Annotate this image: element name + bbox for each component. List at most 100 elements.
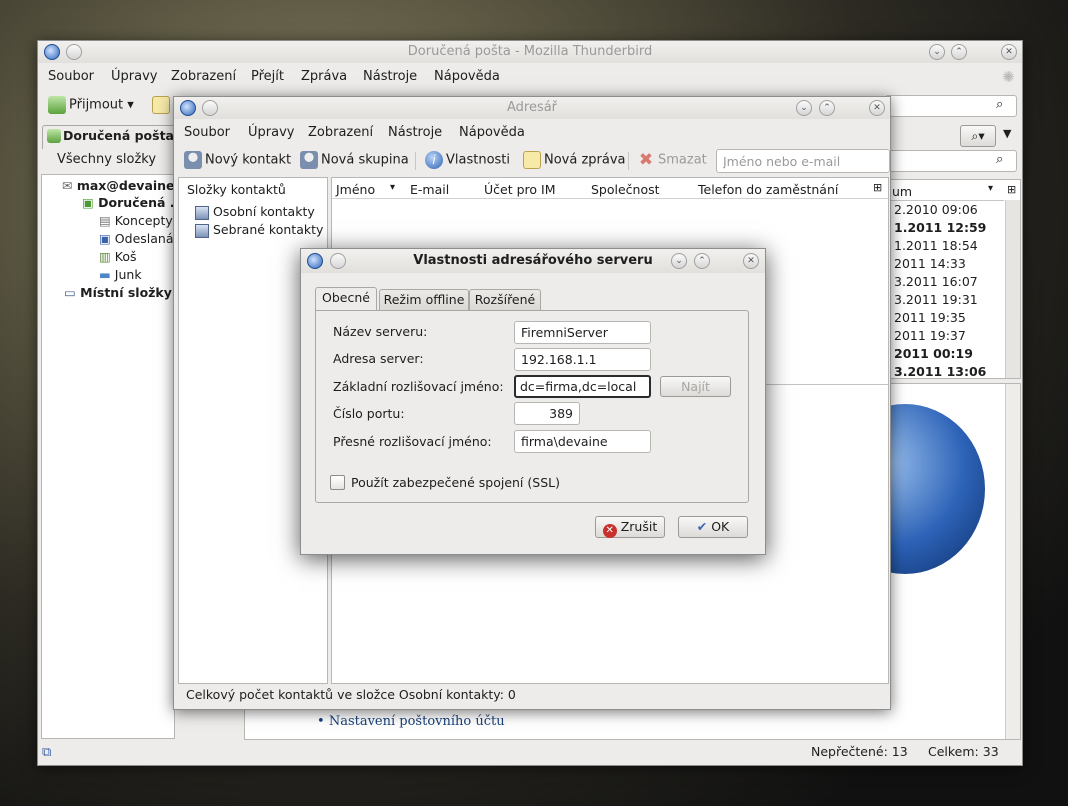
message-date[interactable]: 2011 14:33 xyxy=(894,256,966,271)
close-icon[interactable]: ✕ xyxy=(1001,44,1017,60)
maximize-icon[interactable]: ⌃ xyxy=(951,44,967,60)
sort-chevron-icon[interactable]: ▾ xyxy=(390,182,395,193)
info-icon: i xyxy=(425,151,443,169)
get-mail-button[interactable]: Přijmout ▾ xyxy=(48,96,134,114)
minimize-icon[interactable]: ⌄ xyxy=(929,44,945,60)
close-icon[interactable]: ✕ xyxy=(743,253,759,269)
maximize-icon[interactable]: ⌃ xyxy=(694,253,710,269)
local-folders-item[interactable]: ▭ Místní složky xyxy=(64,285,172,300)
message-date[interactable]: 2.2010 09:06 xyxy=(894,202,978,217)
menu-upravy[interactable]: Úpravy xyxy=(111,69,157,84)
column-email[interactable]: E-mail xyxy=(410,182,449,197)
port-input[interactable] xyxy=(515,403,579,424)
server-name-label: Název serveru: xyxy=(333,324,428,339)
new-contact-button[interactable]: Nový kontakt xyxy=(184,151,291,169)
menu-soubor[interactable]: Soubor xyxy=(184,125,230,140)
filter-binoculars-icon: ⌕ xyxy=(996,152,1004,167)
book-personal[interactable]: Osobní kontakty xyxy=(195,204,315,220)
search-options-button[interactable]: ⌕▾ xyxy=(960,125,996,147)
mail-account-icon: ✉ xyxy=(62,178,73,193)
server-name-field[interactable] xyxy=(514,321,651,344)
minimize-icon[interactable]: ⌄ xyxy=(671,253,687,269)
dialog-titlebar[interactable]: Vlastnosti adresářového serveru ⌄ ⌃ ✕ xyxy=(301,249,765,273)
server-name-input[interactable] xyxy=(515,322,650,343)
ok-button[interactable]: ✔ OK xyxy=(678,516,748,538)
folder-drafts[interactable]: ▤ Koncepty xyxy=(99,213,173,228)
addressbook-icon xyxy=(195,205,209,220)
delete-button[interactable]: ✖ Smazat xyxy=(637,151,707,169)
drafts-icon: ▤ xyxy=(99,213,111,228)
account-item[interactable]: ✉ max@devaine xyxy=(62,178,175,193)
chevron-down-icon[interactable]: ▼ xyxy=(1003,127,1011,140)
menu-zobrazeni[interactable]: Zobrazení xyxy=(308,125,373,140)
menu-nastroje[interactable]: Nástroje xyxy=(363,69,417,84)
find-button[interactable]: Najít xyxy=(660,376,731,397)
ssl-label[interactable]: Použít zabezpečené spojení (SSL) xyxy=(351,475,560,490)
online-status-icon[interactable]: ⧉ xyxy=(42,745,51,760)
menu-nastroje[interactable]: Nástroje xyxy=(388,125,442,140)
message-date[interactable]: 3.2011 13:06 xyxy=(894,364,986,379)
base-dn-input[interactable] xyxy=(516,377,649,396)
server-properties-dialog: Vlastnosti adresářového serveru ⌄ ⌃ ✕ Ob… xyxy=(300,248,766,555)
tab-advanced[interactable]: Rozšířené xyxy=(469,289,541,311)
address-input[interactable] xyxy=(515,349,650,370)
properties-button[interactable]: i Vlastnosti xyxy=(425,151,510,169)
close-icon[interactable]: ✕ xyxy=(869,100,885,116)
minimize-icon[interactable]: ⌄ xyxy=(796,100,812,116)
message-date[interactable]: 2011 19:35 xyxy=(894,310,966,325)
sort-chevron-icon[interactable]: ▾ xyxy=(988,183,993,194)
menu-upravy[interactable]: Úpravy xyxy=(248,125,294,140)
trash-icon: ▥ xyxy=(99,249,111,264)
contact-search-input[interactable] xyxy=(716,149,890,173)
addressbook-titlebar[interactable]: Adresář ⌄ ⌃ ✕ xyxy=(174,97,890,119)
column-picker-icon[interactable]: ⊞ xyxy=(873,181,882,194)
new-message-button[interactable]: Nová zpráva xyxy=(523,151,626,169)
column-picker-icon[interactable]: ⊞ xyxy=(1007,183,1016,196)
setup-link[interactable]: • Nastavení poštovního účtu xyxy=(317,714,505,729)
menu-napoveda[interactable]: Nápověda xyxy=(459,125,525,140)
message-date[interactable]: 3.2011 16:07 xyxy=(894,274,978,289)
menu-prejit[interactable]: Přejít xyxy=(251,69,284,84)
cancel-button[interactable]: ✕ Zrušit xyxy=(595,516,665,538)
get-mail-icon xyxy=(48,96,66,114)
column-work-phone[interactable]: Telefon do zaměstnání xyxy=(698,182,838,197)
bind-dn-field[interactable] xyxy=(514,430,651,453)
folder-view-selector[interactable]: Všechny složky xyxy=(57,152,156,167)
message-date[interactable]: 2011 00:19 xyxy=(894,346,973,361)
start-page-scrollbar[interactable] xyxy=(1005,384,1020,739)
tab-offline[interactable]: Režim offline xyxy=(379,289,469,311)
message-date[interactable]: 2011 19:37 xyxy=(894,328,966,343)
menu-zprava[interactable]: Zpráva xyxy=(301,69,347,84)
new-group-button[interactable]: Nová skupina xyxy=(300,151,409,169)
menu-zobrazeni[interactable]: Zobrazení xyxy=(171,69,236,84)
message-date[interactable]: 1.2011 18:54 xyxy=(894,238,978,253)
message-list: um ▾ ⊞ 2.2010 09:06 1.2011 12:59 1.2011 … xyxy=(889,179,1021,379)
activity-spinner-icon: ✺ xyxy=(1002,68,1015,86)
folder-sent[interactable]: ▣ Odeslaná xyxy=(99,231,174,246)
menu-soubor[interactable]: Soubor xyxy=(48,69,94,84)
column-date[interactable]: um xyxy=(892,184,912,199)
address-field[interactable] xyxy=(514,348,651,371)
bind-dn-input[interactable] xyxy=(515,431,650,452)
column-company[interactable]: Společnost xyxy=(591,182,660,197)
addressbook-icon xyxy=(195,223,209,238)
port-field[interactable] xyxy=(514,402,580,425)
ssl-checkbox[interactable] xyxy=(330,475,345,490)
write-icon[interactable] xyxy=(152,96,173,114)
folder-junk[interactable]: ▬ Junk xyxy=(99,267,142,282)
message-date[interactable]: 3.2011 19:31 xyxy=(894,292,978,307)
column-im[interactable]: Účet pro IM xyxy=(484,182,555,197)
column-name[interactable]: Jméno xyxy=(336,182,375,197)
message-date[interactable]: 1.2011 12:59 xyxy=(894,220,986,235)
book-collected[interactable]: Sebrané kontakty xyxy=(195,222,323,238)
folder-trash[interactable]: ▥ Koš xyxy=(99,249,137,264)
maximize-icon[interactable]: ⌃ xyxy=(819,100,835,116)
status-unread: Nepřečtené: 13 xyxy=(811,744,908,759)
base-dn-field[interactable] xyxy=(514,375,651,398)
main-titlebar[interactable]: Doručená pošta - Mozilla Thunderbird ⌄ ⌃… xyxy=(38,41,1022,63)
message-list-scrollbar[interactable] xyxy=(1005,200,1020,378)
tab-general[interactable]: Obecné xyxy=(315,287,377,311)
folder-inbox[interactable]: ▣ Doručená ... xyxy=(82,195,184,210)
tab-inbox[interactable]: Doručená pošta xyxy=(42,125,180,149)
menu-napoveda[interactable]: Nápověda xyxy=(434,69,500,84)
